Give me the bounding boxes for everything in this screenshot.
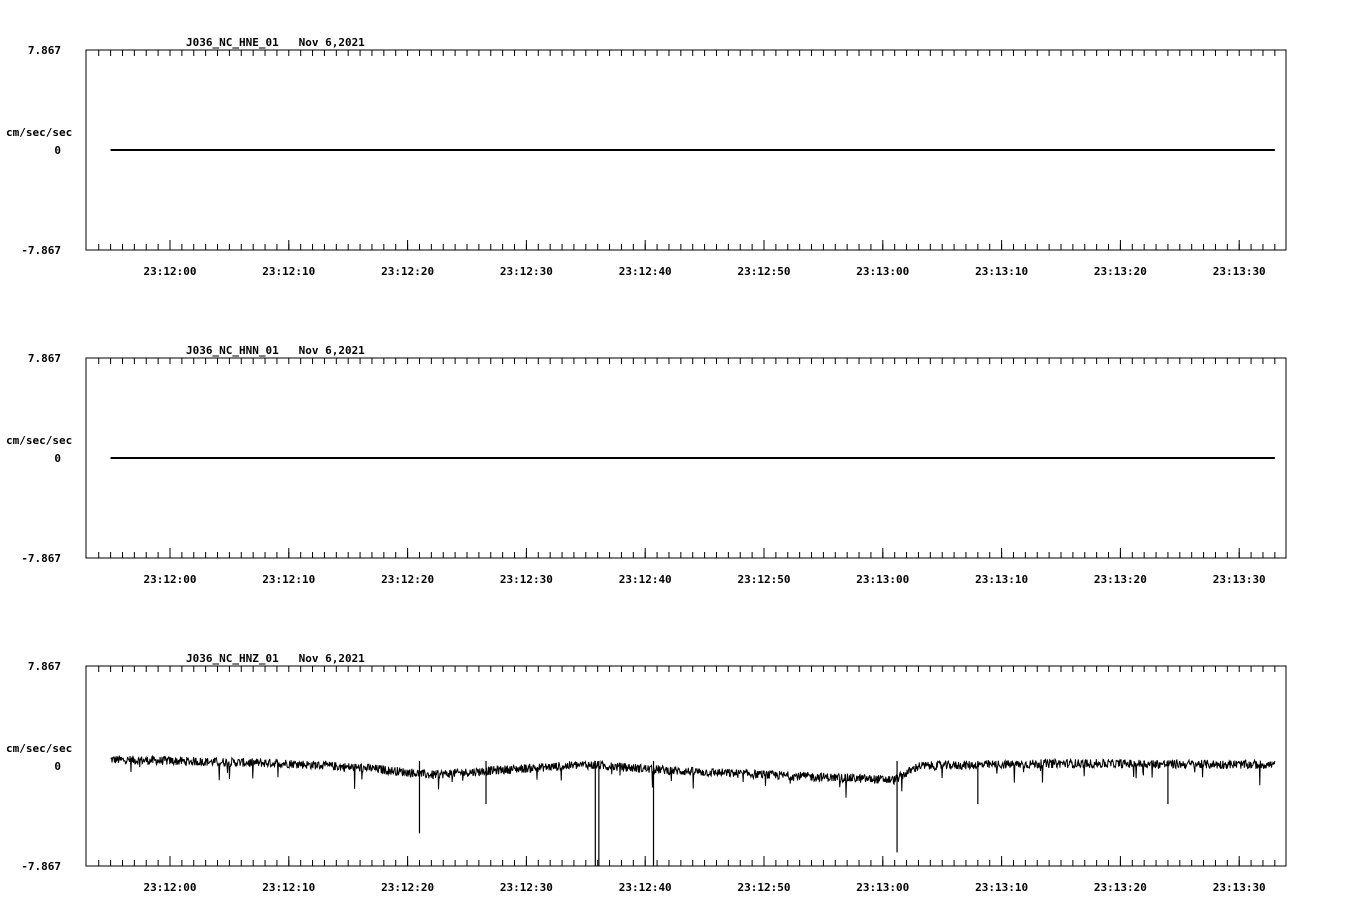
x-tick-label: 23:12:10 [262, 265, 315, 278]
x-tick-label: 23:12:10 [262, 573, 315, 586]
x-tick-label: 23:12:30 [500, 573, 553, 586]
x-tick-label: 23:13:30 [1213, 881, 1266, 894]
x-tick-label: 23:12:20 [381, 881, 434, 894]
x-tick-label: 23:13:30 [1213, 265, 1266, 278]
x-tick-label: 23:13:00 [856, 265, 909, 278]
y-tick-label: 7.867 [28, 660, 61, 673]
x-tick-label: 23:13:10 [975, 265, 1028, 278]
x-tick-label: 23:12:00 [144, 881, 197, 894]
y-tick-label: -7.867 [21, 860, 61, 873]
chart-title: J036_NC_HNZ_01 Nov 6,2021 [186, 652, 365, 665]
y-axis-label: cm/sec/sec [6, 742, 72, 755]
x-tick-label: 23:13:10 [975, 573, 1028, 586]
x-tick-label: 23:13:30 [1213, 573, 1266, 586]
x-tick-label: 23:13:20 [1094, 881, 1147, 894]
chart-panel-3: J036_NC_HNZ_01 Nov 6,2021 cm/sec/sec 7.867… [6, 652, 1287, 894]
x-tick-label: 23:13:20 [1094, 265, 1147, 278]
y-tick-label: -7.867 [21, 244, 61, 257]
x-tick-label: 23:12:40 [619, 265, 672, 278]
chart-title: J036_NC_HNN_01 Nov 6,2021 [186, 344, 365, 357]
x-tick-label: 23:12:00 [144, 573, 197, 586]
y-tick-label: 7.867 [28, 44, 61, 57]
chart-title: J036_NC_HNE_01 Nov 6,2021 [186, 36, 365, 49]
y-axis-label: cm/sec/sec [6, 434, 72, 447]
x-tick-label: 23:12:00 [144, 265, 197, 278]
x-tick-label: 23:12:50 [738, 573, 791, 586]
x-tick-label: 23:12:40 [619, 881, 672, 894]
y-tick-label: 7.867 [28, 352, 61, 365]
y-tick-label: 0 [54, 452, 61, 465]
y-tick-label: 0 [54, 144, 61, 157]
x-tick-label: 23:12:50 [738, 265, 791, 278]
trace-line [110, 754, 1276, 798]
x-tick-label: 23:13:20 [1094, 573, 1147, 586]
chart-panel-1: J036_NC_HNE_01 Nov 6,2021 cm/sec/sec 7.867… [6, 36, 1287, 278]
x-tick-label: 23:12:40 [619, 573, 672, 586]
y-axis-label: cm/sec/sec [6, 126, 72, 139]
x-tick-label: 23:13:00 [856, 573, 909, 586]
x-tick-label: 23:12:20 [381, 265, 434, 278]
x-tick-label: 23:13:10 [975, 881, 1028, 894]
x-tick-label: 23:12:30 [500, 881, 553, 894]
x-tick-label: 23:12:50 [738, 881, 791, 894]
x-tick-label: 23:12:10 [262, 881, 315, 894]
y-tick-label: 0 [54, 760, 61, 773]
seismogram-figure: J036_NC_HNE_01 Nov 6,2021 cm/sec/sec 7.867… [6, 36, 1287, 894]
x-tick-label: 23:13:00 [856, 881, 909, 894]
y-tick-label: -7.867 [21, 552, 61, 565]
chart-panel-2: J036_NC_HNN_01 Nov 6,2021 cm/sec/sec 7.867… [6, 344, 1287, 586]
x-tick-label: 23:12:20 [381, 573, 434, 586]
x-tick-label: 23:12:30 [500, 265, 553, 278]
